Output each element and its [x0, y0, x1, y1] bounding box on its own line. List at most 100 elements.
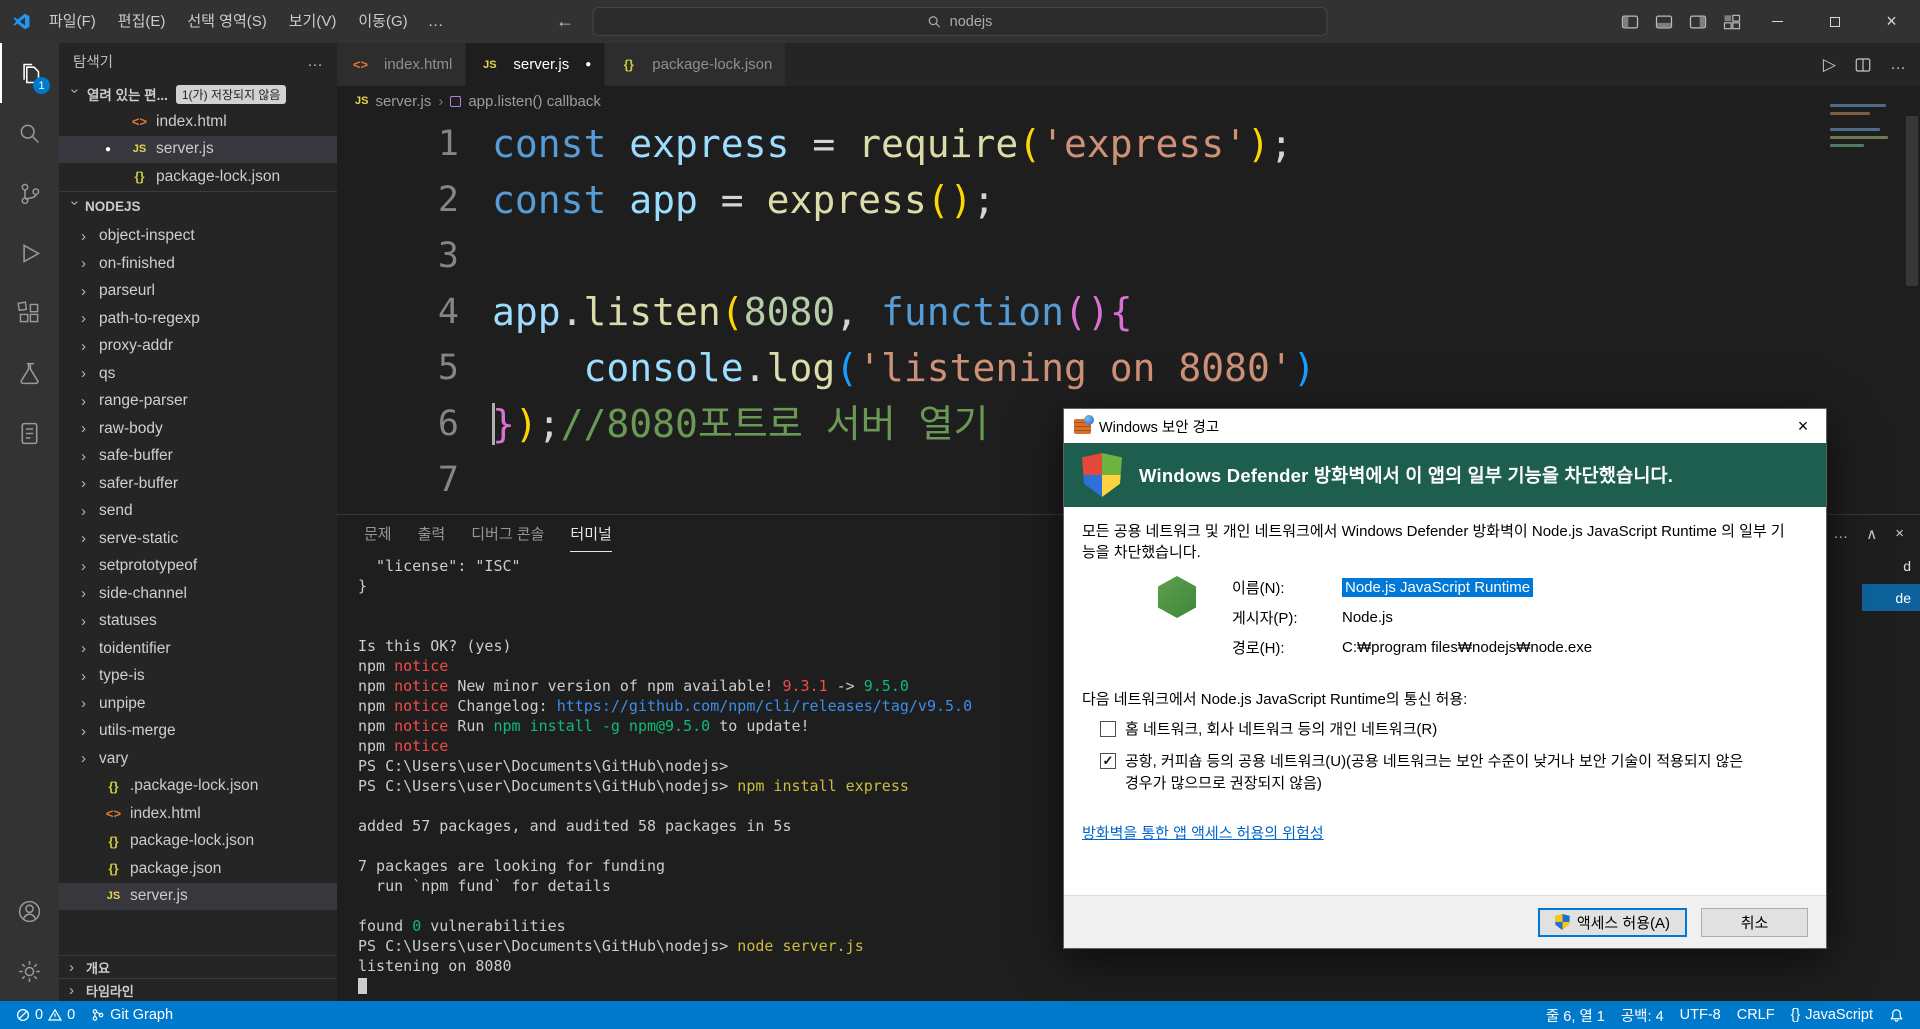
- tree-folder[interactable]: parseurl: [59, 278, 337, 306]
- editor-tab[interactable]: package-lock.json ●: [605, 43, 787, 86]
- panel-tab[interactable]: 디버그 콘솔: [471, 515, 544, 552]
- panel-maximize-icon[interactable]: ∧: [1866, 525, 1877, 543]
- tree-folder[interactable]: statuses: [59, 608, 337, 636]
- cursor-position[interactable]: 줄 6, 열 1: [1538, 1005, 1613, 1026]
- layout-sidebar-icon[interactable]: [1620, 12, 1640, 32]
- tree-file[interactable]: .package-lock.json: [59, 773, 337, 801]
- open-editor-item[interactable]: ● package-lock.json: [59, 163, 337, 191]
- run-debug-icon[interactable]: [0, 223, 59, 283]
- testing-icon[interactable]: [0, 343, 59, 403]
- minimize-button[interactable]: [1749, 0, 1806, 43]
- git-graph-status[interactable]: Git Graph: [83, 1001, 181, 1029]
- code-line[interactable]: 1 const express = require('express');: [337, 116, 1920, 172]
- layout-panel-icon[interactable]: [1654, 12, 1674, 32]
- open-editors-label: 열려 있는 편...: [87, 88, 168, 103]
- tree-folder[interactable]: safer-buffer: [59, 470, 337, 498]
- project-section-header[interactable]: NODEJS: [59, 190, 337, 219]
- tree-file[interactable]: package-lock.json: [59, 828, 337, 856]
- extensions-icon[interactable]: [0, 283, 59, 343]
- tree-folder[interactable]: raw-body: [59, 415, 337, 443]
- breadcrumb-symbol[interactable]: app.listen() callback: [468, 93, 601, 110]
- source-control-icon[interactable]: [0, 163, 59, 223]
- tree-folder[interactable]: qs: [59, 360, 337, 388]
- tree-folder[interactable]: side-channel: [59, 580, 337, 608]
- terminal-list-item[interactable]: d: [1862, 552, 1920, 579]
- allow-access-button[interactable]: 액세스 허용(A): [1537, 907, 1687, 937]
- menubar-more-icon[interactable]: …: [419, 13, 453, 31]
- cancel-button[interactable]: 취소: [1701, 907, 1808, 937]
- layout-secondary-sidebar-icon[interactable]: [1688, 12, 1708, 32]
- breadcrumb[interactable]: JS server.js › app.listen() callback: [337, 86, 1920, 116]
- menu-item[interactable]: 편집(E): [107, 0, 177, 43]
- file-icon: [103, 890, 124, 902]
- checkbox[interactable]: [1100, 721, 1116, 737]
- tree-folder[interactable]: path-to-regexp: [59, 305, 337, 333]
- tree-folder[interactable]: unpipe: [59, 690, 337, 718]
- settings-gear-icon[interactable]: [0, 941, 59, 1001]
- sidebar-section[interactable]: 타임라인: [59, 978, 337, 1001]
- eol-sequence[interactable]: CRLF: [1729, 1007, 1783, 1023]
- indentation[interactable]: 공백: 4: [1613, 1005, 1672, 1026]
- account-icon[interactable]: [0, 881, 59, 941]
- panel-tab[interactable]: 출력: [418, 515, 446, 552]
- dialog-close-button[interactable]: ×: [1780, 409, 1826, 443]
- breadcrumb-file[interactable]: server.js: [375, 93, 431, 110]
- tree-folder[interactable]: vary: [59, 745, 337, 773]
- code-line[interactable]: 4 app.listen(8080, function(){: [337, 284, 1920, 340]
- tree-file[interactable]: server.js: [59, 882, 337, 910]
- network-checkbox-row[interactable]: 홈 네트워크, 회사 네트워크 등의 개인 네트워크(R): [1100, 719, 1808, 741]
- menu-item[interactable]: 이동(G): [347, 0, 418, 43]
- tree-folder[interactable]: setprototypeof: [59, 553, 337, 581]
- language-mode[interactable]: {} JavaScript: [1783, 1007, 1881, 1023]
- tree-folder[interactable]: toidentifier: [59, 635, 337, 663]
- run-code-icon[interactable]: ▷: [1823, 55, 1836, 75]
- search-view-icon[interactable]: [0, 103, 59, 163]
- panel-tab[interactable]: 터미널: [570, 515, 612, 552]
- checkbox[interactable]: [1100, 753, 1116, 769]
- editor-scrollbar[interactable]: [1906, 116, 1918, 286]
- window-close-button[interactable]: ×: [1863, 0, 1920, 43]
- notebook-icon[interactable]: [0, 403, 59, 463]
- sidebar-section[interactable]: 개요: [59, 955, 337, 978]
- tree-folder[interactable]: safe-buffer: [59, 443, 337, 471]
- code-line[interactable]: 3: [337, 228, 1920, 284]
- menu-item[interactable]: 파일(F): [38, 0, 107, 43]
- editor-more-icon[interactable]: …: [1890, 56, 1906, 74]
- explorer-icon[interactable]: 1: [0, 43, 59, 103]
- code-line[interactable]: 5 console.log('listening on 8080'): [337, 340, 1920, 396]
- back-icon[interactable]: ←: [556, 11, 574, 32]
- terminal-list-item[interactable]: de: [1862, 584, 1920, 611]
- open-editor-item[interactable]: ● index.html: [59, 108, 337, 136]
- editor-tab[interactable]: server.js ●: [466, 43, 606, 86]
- panel-more-icon[interactable]: …: [1833, 525, 1848, 542]
- menu-item[interactable]: 선택 영역(S): [176, 0, 277, 43]
- tree-file[interactable]: package.json: [59, 855, 337, 883]
- panel-close-icon[interactable]: ×: [1895, 525, 1904, 542]
- tree-folder[interactable]: object-inspect: [59, 223, 337, 251]
- minimap[interactable]: [1830, 104, 1892, 162]
- firewall-risk-link[interactable]: 방화벽을 통한 앱 액세스 허용의 위험성: [1082, 822, 1324, 843]
- problems-status[interactable]: 0 0: [8, 1001, 83, 1029]
- encoding[interactable]: UTF-8: [1672, 1007, 1729, 1023]
- tree-folder[interactable]: type-is: [59, 663, 337, 691]
- notifications-bell[interactable]: [1881, 1008, 1912, 1023]
- tree-folder[interactable]: range-parser: [59, 388, 337, 416]
- tree-folder[interactable]: serve-static: [59, 525, 337, 553]
- tree-folder[interactable]: utils-merge: [59, 718, 337, 746]
- network-checkbox-row[interactable]: 공항, 커피숍 등의 공용 네트워크(U)(공용 네트워크는 보안 수준이 낮거…: [1100, 751, 1808, 795]
- tree-file[interactable]: index.html: [59, 800, 337, 828]
- command-center-search[interactable]: nodejs: [592, 7, 1328, 36]
- maximize-button[interactable]: [1806, 0, 1863, 43]
- tree-folder[interactable]: proxy-addr: [59, 333, 337, 361]
- tree-folder[interactable]: send: [59, 498, 337, 526]
- sidebar-more-icon[interactable]: …: [307, 53, 323, 71]
- open-editor-item[interactable]: ● server.js: [59, 135, 337, 163]
- split-editor-icon[interactable]: [1854, 56, 1872, 74]
- customize-layout-icon[interactable]: [1722, 12, 1742, 32]
- code-line[interactable]: 2 const app = express();: [337, 172, 1920, 228]
- editor-tab[interactable]: index.html ●: [337, 43, 467, 86]
- open-editors-header[interactable]: 열려 있는 편... 1(가) 저장되지 않음: [59, 80, 337, 108]
- panel-tab[interactable]: 문제: [364, 515, 392, 552]
- tree-folder[interactable]: on-finished: [59, 250, 337, 278]
- menu-item[interactable]: 보기(V): [278, 0, 348, 43]
